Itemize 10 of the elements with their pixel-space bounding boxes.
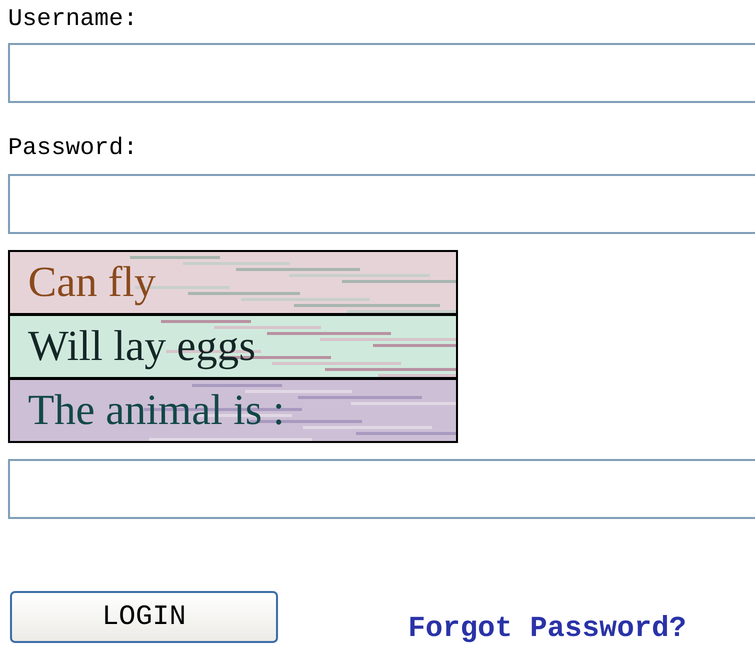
login-button[interactable]: LOGIN bbox=[10, 591, 278, 643]
captcha-text: Will lay eggs bbox=[27, 323, 256, 370]
username-label: Username: bbox=[8, 6, 138, 33]
password-field[interactable] bbox=[8, 174, 755, 234]
forgot-password-link[interactable]: Forgot Password? bbox=[408, 612, 686, 645]
captcha-text: The animal is : bbox=[27, 387, 285, 434]
password-label: Password: bbox=[8, 135, 138, 162]
username-field[interactable] bbox=[8, 43, 755, 103]
captcha-text: Can fly bbox=[27, 259, 156, 306]
answer-field[interactable] bbox=[8, 459, 755, 519]
